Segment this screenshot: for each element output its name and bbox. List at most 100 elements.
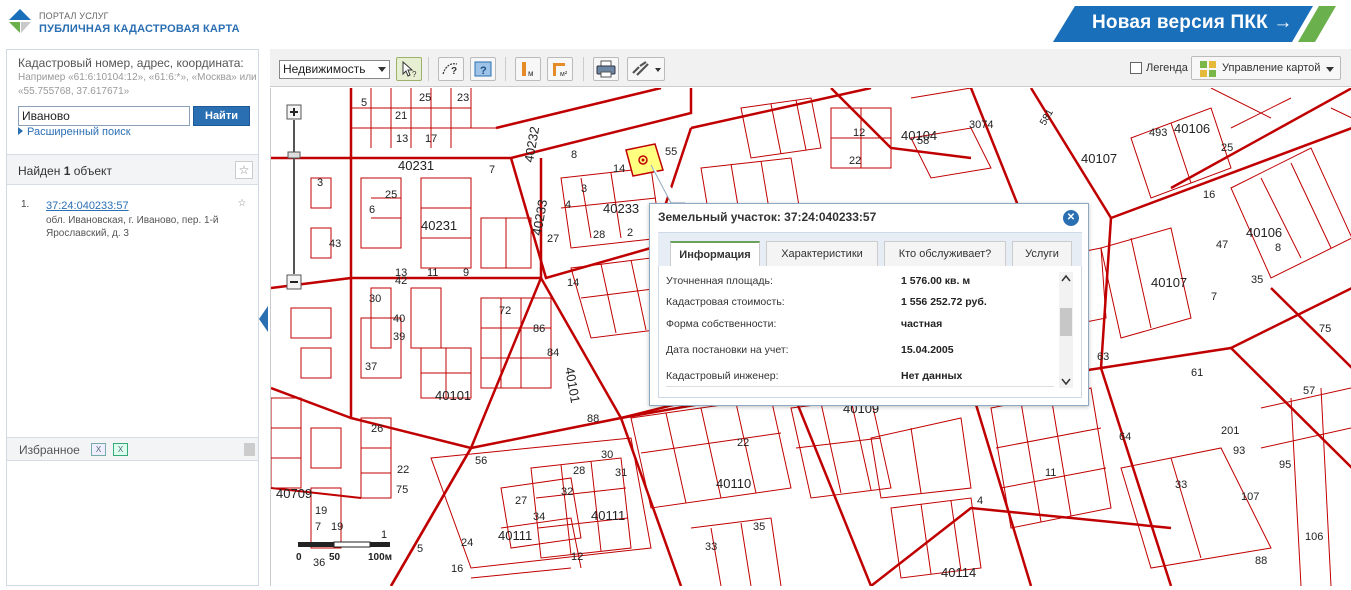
- legend-label[interactable]: Легенда: [1146, 62, 1188, 74]
- info-tool-button[interactable]: ?: [470, 57, 496, 81]
- quarter-label: 40106: [1246, 225, 1282, 240]
- identify-tool-button[interactable]: ?: [438, 57, 464, 81]
- parcel-label: 3: [317, 177, 323, 189]
- map-control-label: Управление картой: [1222, 62, 1321, 74]
- trash-icon[interactable]: [244, 443, 255, 456]
- legend-checkbox[interactable]: [1130, 62, 1142, 74]
- chevron-up-icon[interactable]: [1061, 274, 1071, 282]
- collapse-panel-icon[interactable]: [259, 306, 268, 332]
- parcel-label: 8: [571, 149, 577, 161]
- parcel-label: 43: [329, 238, 341, 250]
- parcel-label: 47: [1216, 239, 1228, 251]
- tab-info[interactable]: Информация: [670, 241, 760, 267]
- parcel-label: 5: [361, 97, 367, 109]
- measure-area-button[interactable]: м²: [547, 57, 573, 81]
- parcel-label: 13: [396, 133, 408, 145]
- favorites-bar: Избранное X X: [7, 437, 258, 461]
- tab-characteristics[interactable]: Характеристики: [766, 241, 878, 267]
- scrollbar-thumb[interactable]: [1060, 308, 1072, 336]
- advanced-search-link[interactable]: Расширенный поиск: [18, 126, 131, 138]
- link-button[interactable]: [627, 57, 665, 81]
- chevron-down-icon: [378, 67, 386, 72]
- layers-grid-icon: [1200, 61, 1216, 77]
- parcel-label: 3: [581, 183, 587, 195]
- parcel-label: 107: [1241, 491, 1259, 503]
- favorite-all-star-icon[interactable]: ☆: [235, 161, 253, 179]
- parcel-label: 86: [533, 323, 545, 335]
- parcel-label: 9: [463, 267, 469, 279]
- parcel-label: 17: [425, 133, 437, 145]
- ruler-icon: м: [522, 62, 534, 78]
- svg-text:м: м: [528, 69, 534, 78]
- quarter-label: 40107: [1081, 151, 1117, 166]
- parcel-label: 28: [573, 465, 585, 477]
- svg-text:?: ?: [412, 70, 417, 79]
- map-control-dropdown[interactable]: Управление картой: [1191, 56, 1341, 80]
- parcel-label: 58: [917, 135, 929, 147]
- header: ПОРТАЛ УСЛУГ ПУБЛИЧНАЯ КАДАСТРОВАЯ КАРТА…: [0, 0, 1351, 46]
- chevron-down-icon[interactable]: [1061, 378, 1071, 386]
- svg-text:?: ?: [480, 65, 487, 77]
- popup-properties: Уточненная площадь: 1 576.00 кв. м Кадас…: [658, 266, 1082, 398]
- parcel-label: 88: [587, 413, 599, 425]
- parcel-label: 3074: [969, 119, 993, 131]
- quarter-label: 40106: [1174, 121, 1210, 136]
- quarter-label: 40101: [562, 366, 583, 404]
- search-input[interactable]: [18, 106, 190, 126]
- parcel-label: 64: [1119, 431, 1131, 443]
- parcel-label: 16: [1203, 189, 1215, 201]
- quarter-label: 40114: [941, 565, 976, 580]
- select-tool-button[interactable]: ?: [396, 57, 422, 81]
- prop-date-value: 15.04.2005: [901, 344, 954, 356]
- layer-select[interactable]: Недвижимость: [279, 60, 390, 79]
- parcel-label: 12: [853, 127, 865, 139]
- import-favorites-icon[interactable]: X: [113, 443, 128, 456]
- prop-cost-value: 1 556 252.72 руб.: [901, 296, 987, 308]
- parcel-label: 14: [613, 163, 625, 175]
- zoom-control[interactable]: [286, 104, 302, 290]
- svg-text:м²: м²: [560, 71, 568, 78]
- result-cadastral-link[interactable]: 37:24:040233:57: [46, 200, 129, 212]
- parcel-label: 31: [615, 467, 627, 479]
- print-button[interactable]: [593, 57, 619, 81]
- favorite-star-icon[interactable]: ☆: [235, 198, 249, 212]
- parcel-label: 35: [753, 521, 765, 533]
- map-toolbar: Недвижимость ? ? ? м м² Легенда Управлен…: [270, 49, 1351, 87]
- scale-bar: 0 50 100м: [296, 541, 392, 563]
- quarter-label: 40111: [591, 508, 625, 523]
- parcel-label: 16: [451, 563, 463, 575]
- advanced-search-label: Расширенный поиск: [27, 126, 131, 138]
- tab-services[interactable]: Услуги: [1012, 241, 1072, 267]
- svg-text:?: ?: [451, 66, 457, 77]
- search-button[interactable]: Найти: [193, 106, 250, 126]
- logo-text-line2[interactable]: ПУБЛИЧНАЯ КАДАСТРОВАЯ КАРТА: [39, 23, 240, 35]
- parcel-label: 27: [515, 495, 527, 507]
- portal-logo-icon[interactable]: [7, 6, 33, 34]
- scale-label: 0: [296, 552, 302, 563]
- parcel-label: 7: [315, 521, 321, 533]
- area-ruler-icon: м²: [553, 63, 568, 78]
- parcel-label: 27: [547, 233, 559, 245]
- close-icon[interactable]: ✕: [1063, 210, 1079, 226]
- parcel-label: 201: [1221, 425, 1239, 437]
- found-count: 1: [63, 164, 71, 178]
- measure-length-button[interactable]: м: [515, 57, 541, 81]
- quarter-label: 40111: [498, 528, 532, 543]
- parcel-label: 88: [1255, 555, 1267, 567]
- layer-select-value: Недвижимость: [283, 62, 366, 76]
- parcel-label: 25: [419, 92, 431, 104]
- export-favorites-icon[interactable]: X: [91, 443, 106, 456]
- popup-scrollbar[interactable]: [1059, 272, 1073, 388]
- chain-link-icon: [632, 61, 661, 76]
- parcel-label: 4: [565, 199, 571, 211]
- logo-text-line1[interactable]: ПОРТАЛ УСЛУГ: [39, 11, 109, 21]
- prop-engineer-label: Кадастровый инженер:: [666, 370, 779, 382]
- prop-area-label: Уточненная площадь:: [666, 275, 773, 287]
- popup-tabs: Информация Характеристики Кто обслуживае…: [658, 232, 1082, 267]
- favorites-label: Избранное: [19, 443, 80, 457]
- parcel-label: 21: [395, 110, 407, 122]
- parcel-label: 95: [1279, 459, 1291, 471]
- new-version-label[interactable]: Новая версия ПКК →: [1092, 12, 1293, 34]
- parcel-label: 72: [499, 305, 511, 317]
- tab-who-serves[interactable]: Кто обслуживает?: [884, 241, 1006, 267]
